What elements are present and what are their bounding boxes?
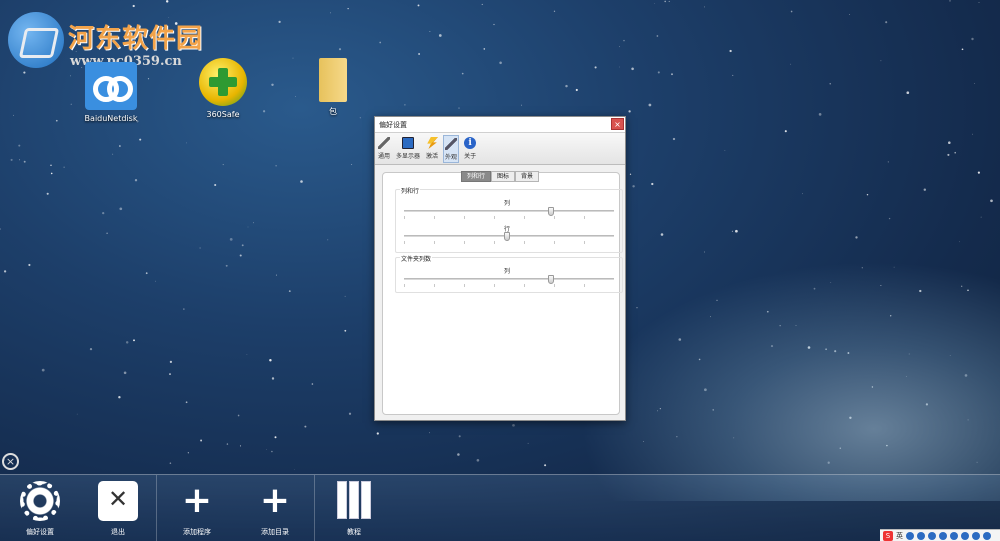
settings-panel: 列和行 列 行 文件夹列数 列: [382, 172, 623, 415]
desktop-icon-label: BaiduNetdisk: [84, 114, 138, 123]
preferences-toolbar: 通用 多显示器 激活 外观 i 关于: [375, 133, 625, 165]
toolbar-general[interactable]: 通用: [377, 135, 391, 163]
folder-icon: [319, 58, 347, 102]
keyboard-icon[interactable]: [950, 531, 958, 540]
tools-icon[interactable]: [983, 531, 991, 540]
punctuation-icon[interactable]: [917, 531, 925, 540]
group-folder-columns: 文件夹列数 列: [395, 254, 623, 293]
system-tray: S 英: [880, 529, 1000, 541]
toolbar-multi-monitor[interactable]: 多显示器: [395, 135, 421, 163]
exit-icon: ✕: [98, 481, 138, 521]
add-folder-icon: +: [259, 480, 291, 521]
group-columns-rows: 列和行 列 行: [395, 186, 623, 253]
dock-preferences[interactable]: 偏好设置: [0, 481, 80, 537]
columns-slider[interactable]: [404, 207, 614, 216]
folder-columns-slider-thumb[interactable]: [548, 275, 554, 284]
window-close-button[interactable]: ×: [611, 118, 624, 130]
desktop-icon-label: 包: [329, 107, 337, 116]
monitor-icon: [402, 137, 415, 149]
desktop-icon-folder[interactable]: 包: [298, 58, 368, 117]
columns-slider-thumb[interactable]: [548, 207, 554, 216]
dock-label: 添加程序: [183, 528, 211, 536]
toolbar-label: 激活: [426, 153, 439, 160]
nebula-cloud: [580, 261, 1000, 501]
dock-close-button[interactable]: ×: [2, 453, 19, 470]
folder-columns-slider[interactable]: [404, 275, 614, 284]
360-safe-icon: [199, 58, 247, 106]
baidu-netdisk-icon: [85, 62, 137, 110]
user-icon[interactable]: [961, 531, 969, 540]
dock-label: 添加目录: [261, 528, 289, 536]
bolt-icon: [427, 137, 439, 149]
toolbar-about[interactable]: i 关于: [463, 135, 477, 163]
wrench-icon: [378, 137, 390, 149]
window-title: 偏好设置: [379, 121, 407, 129]
appearance-icon: [445, 138, 458, 150]
rows-slider-thumb[interactable]: [503, 232, 510, 241]
info-icon: i: [464, 137, 477, 149]
toolbar-label: 多显示器: [396, 153, 421, 160]
group-title: 文件夹列数: [400, 254, 433, 263]
ime-mode[interactable]: 英: [896, 531, 903, 541]
slider-ticks: [404, 284, 614, 287]
dock-tutorial[interactable]: 教程: [314, 481, 394, 537]
dock-label: 退出: [111, 528, 125, 536]
dock-label: 教程: [347, 528, 361, 536]
toolbar-label: 通用: [378, 153, 391, 160]
toolbar-label: 外观: [445, 154, 458, 161]
slider-label-folder-columns: 列: [504, 268, 511, 275]
group-title: 列和行: [400, 186, 421, 195]
toolbar-appearance[interactable]: 外观: [443, 135, 460, 163]
desktop-icon-label: 360Safe: [206, 110, 240, 119]
slider-ticks: [404, 241, 614, 244]
tab-icons[interactable]: 图标: [491, 171, 516, 182]
window-titlebar[interactable]: 偏好设置 ×: [375, 117, 625, 133]
dock-add-program[interactable]: + 添加程序: [157, 481, 237, 537]
books-icon: [334, 481, 374, 521]
watermark: 河东软件园 www.pc0359.cn: [8, 10, 218, 70]
skin-icon[interactable]: [972, 531, 980, 540]
dock-add-folder[interactable]: + 添加目录: [235, 481, 315, 537]
moon-icon[interactable]: [906, 531, 914, 540]
slider-ticks: [404, 216, 614, 219]
tab-background[interactable]: 背景: [515, 171, 540, 182]
watermark-logo-icon: [8, 12, 64, 68]
preferences-window: 偏好设置 × 通用 多显示器 激活 外观 i 关于 列和行 列 行 文件夹列数 …: [374, 116, 626, 421]
sogou-ime-icon[interactable]: S: [883, 530, 893, 541]
dock-label: 偏好设置: [26, 528, 54, 536]
emoji-icon[interactable]: [928, 531, 936, 540]
toolbar-activate[interactable]: 激活: [425, 135, 439, 163]
tab-columns-rows[interactable]: 列和行: [461, 171, 492, 182]
dock-exit[interactable]: ✕ 退出: [78, 481, 158, 537]
watermark-brand: 河东软件园: [68, 24, 204, 54]
rows-slider[interactable]: [404, 232, 614, 241]
slider-label-columns: 列: [504, 200, 511, 207]
add-program-icon: +: [181, 480, 213, 521]
gear-icon: [20, 481, 60, 521]
mic-icon[interactable]: [939, 531, 947, 540]
desktop-icon-360safe[interactable]: 360Safe: [188, 58, 258, 119]
desktop-icon-baidunetdisk[interactable]: BaiduNetdisk: [76, 62, 146, 123]
appearance-tabs: 列和行 图标 背景: [461, 171, 540, 182]
bottom-dock: 偏好设置 ✕ 退出 + 添加程序 + 添加目录 教程: [0, 474, 1000, 541]
toolbar-label: 关于: [464, 153, 477, 160]
